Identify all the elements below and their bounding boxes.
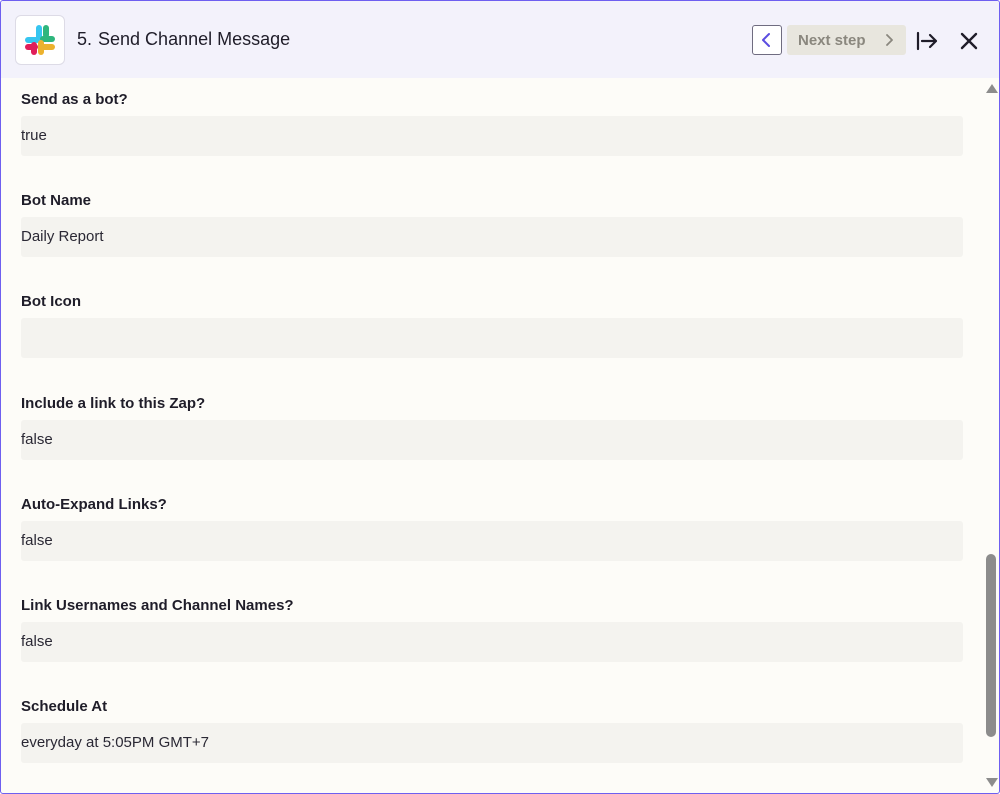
next-step-label: Next step	[798, 31, 866, 49]
scroll-thumb[interactable]	[986, 554, 996, 737]
step-fields: Send as a bot? true Bot Name Daily Repor…	[1, 78, 999, 793]
field-label: Bot Icon	[21, 293, 81, 310]
next-step-button[interactable]: Next step	[787, 25, 906, 55]
field-schedule-at: Schedule At everyday at 5:05PM GMT+7	[21, 697, 963, 763]
arrow-to-right-icon	[916, 31, 938, 51]
step-number: 5.	[77, 29, 93, 49]
scroll-down-arrow-icon[interactable]	[986, 778, 998, 787]
chevron-right-icon	[884, 33, 894, 52]
close-icon	[960, 32, 978, 50]
field-send-as-bot: Send as a bot? true	[21, 90, 963, 156]
field-include-zap-link: Include a link to this Zap? false	[21, 394, 963, 460]
chevron-left-icon	[762, 33, 770, 47]
field-auto-expand-links: Auto-Expand Links? false	[21, 495, 963, 561]
step-header: 5. Send Channel Message Next step	[1, 1, 999, 78]
scroll-up-arrow-icon[interactable]	[986, 84, 998, 93]
field-label: Link Usernames and Channel Names?	[21, 597, 294, 614]
field-value[interactable]: false	[21, 521, 963, 561]
step-name: Send Channel Message	[98, 29, 291, 49]
close-button[interactable]	[955, 27, 983, 55]
slack-logo-icon	[15, 15, 65, 65]
vertical-scrollbar[interactable]	[983, 78, 999, 793]
field-value[interactable]	[21, 318, 963, 358]
field-label: Schedule At	[21, 698, 108, 715]
field-value[interactable]: Daily Report	[21, 217, 963, 257]
previous-step-button[interactable]	[752, 25, 782, 55]
field-label: Include a link to this Zap?	[21, 395, 206, 412]
field-bot-icon: Bot Icon	[21, 292, 963, 358]
field-value[interactable]: everyday at 5:05PM GMT+7	[21, 723, 963, 763]
field-value[interactable]: true	[21, 116, 963, 156]
step-panel: 5. Send Channel Message Next step Send a…	[0, 0, 1000, 794]
step-title: 5. Send Channel Message	[77, 29, 290, 50]
field-label: Auto-Expand Links?	[21, 496, 167, 513]
field-label: Bot Name	[21, 192, 92, 209]
field-value[interactable]: false	[21, 420, 963, 460]
field-bot-name: Bot Name Daily Report	[21, 191, 963, 257]
field-link-usernames: Link Usernames and Channel Names? false	[21, 596, 963, 662]
field-label: Send as a bot?	[21, 91, 128, 108]
field-value[interactable]: false	[21, 622, 963, 662]
expand-panel-button[interactable]	[913, 27, 941, 55]
